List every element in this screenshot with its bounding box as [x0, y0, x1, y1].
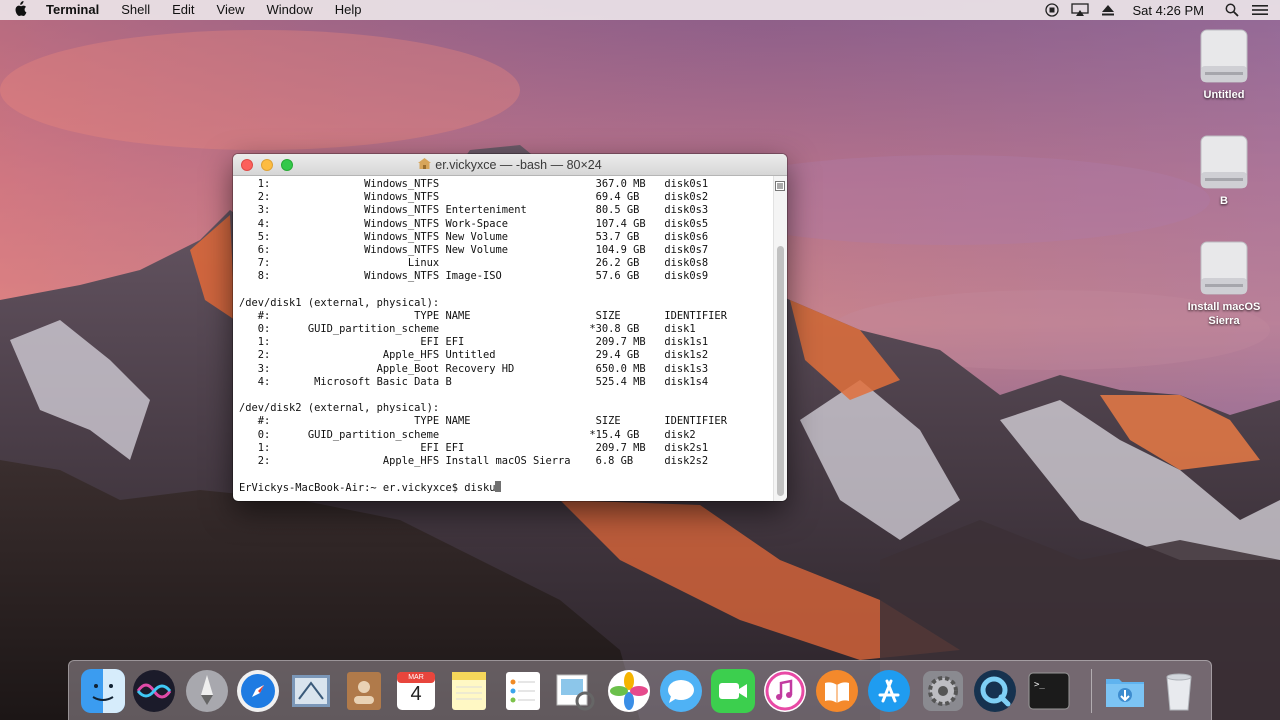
menu-shell[interactable]: Shell — [110, 0, 161, 20]
menu-clock[interactable]: Sat 4:26 PM — [1122, 3, 1218, 18]
close-button[interactable] — [241, 159, 253, 171]
menu-edit[interactable]: Edit — [161, 0, 205, 20]
terminal-prompt-line: ErVickys-MacBook-Air:~ er.vickyxce$ disk… — [239, 481, 773, 494]
photos-icon[interactable] — [607, 669, 651, 713]
app-store-icon[interactable] — [867, 669, 911, 713]
terminal-line: 2: Windows_NTFS 69.4 GB disk0s2 — [239, 191, 709, 204]
terminal-output[interactable]: 1: Windows_NTFS 367.0 MB disk0s1 2: Wind… — [233, 176, 773, 501]
terminal-line: 1: EFI EFI 209.7 MB disk2s1 — [239, 441, 709, 454]
desktop-icon-label: Untitled — [1203, 89, 1245, 101]
contacts-icon[interactable] — [342, 669, 386, 713]
terminal-line: 6: Windows_NTFS New Volume 104.9 GB disk… — [239, 243, 709, 256]
downloads-folder-icon[interactable] — [1103, 669, 1147, 713]
terminal-titlebar[interactable]: er.vickyxce — -bash — 80×24 — [233, 154, 787, 176]
menu-view[interactable]: View — [206, 0, 256, 20]
spotlight-search-icon[interactable] — [1218, 0, 1246, 20]
mail-icon[interactable] — [289, 669, 333, 713]
terminal-line: 8: Windows_NTFS Image-ISO 57.6 GB disk0s… — [239, 270, 709, 283]
terminal-line: #: TYPE NAME SIZE IDENTIFIER — [239, 309, 727, 322]
terminal-line: 2: Apple_HFS Untitled 29.4 GB disk1s2 — [239, 349, 709, 362]
menu-app-name[interactable]: Terminal — [40, 0, 110, 20]
desktop-icon-label: Install macOS Sierra — [1187, 301, 1261, 327]
terminal-line: 1: EFI EFI 209.7 MB disk1s1 — [239, 336, 709, 349]
quicktime-icon[interactable] — [973, 669, 1017, 713]
terminal-line: 7: Linux 26.2 GB disk0s8 — [239, 257, 709, 270]
airplay-icon[interactable] — [1066, 0, 1094, 20]
dock: MAR 4 >_ — [68, 660, 1212, 720]
terminal-line: 4: Windows_NTFS Work-Space 107.4 GB disk… — [239, 217, 709, 230]
system-preferences-icon[interactable] — [921, 669, 965, 713]
svg-text:>_: >_ — [1034, 680, 1045, 690]
desktop-drive-b[interactable]: B — [1179, 134, 1269, 208]
preview-icon[interactable] — [553, 669, 597, 713]
scrollbar-thumb[interactable] — [777, 246, 784, 496]
calendar-day-label: 4 — [410, 683, 422, 705]
window-title-text: er.vickyxce — -bash — 80×24 — [435, 157, 602, 172]
terminal-icon[interactable]: >_ — [1027, 669, 1071, 713]
maximize-button[interactable] — [281, 159, 293, 171]
desktop-drive-install-macos-sierra[interactable]: Install macOS Sierra — [1179, 240, 1269, 328]
terminal-line: 1: Windows_NTFS 367.0 MB disk0s1 — [239, 178, 709, 190]
notification-center-icon[interactable] — [1246, 0, 1274, 20]
safari-icon[interactable] — [236, 669, 280, 713]
menu-window[interactable]: Window — [256, 0, 324, 20]
trash-icon[interactable] — [1157, 669, 1201, 713]
ibooks-icon[interactable] — [815, 669, 859, 713]
external-drive-icon — [1199, 28, 1249, 84]
terminal-line: 0: GUID_partition_scheme *15.4 GB disk2 — [239, 428, 696, 441]
facetime-icon[interactable] — [711, 669, 755, 713]
dock-separator — [1091, 669, 1092, 713]
calendar-icon[interactable]: MAR 4 — [394, 669, 438, 713]
minimize-button[interactable] — [261, 159, 273, 171]
launchpad-icon[interactable] — [185, 669, 229, 713]
terminal-window: er.vickyxce — -bash — 80×24 1: Windows_N… — [233, 154, 787, 501]
external-drive-icon — [1199, 134, 1249, 190]
window-title: er.vickyxce — -bash — 80×24 — [233, 157, 787, 172]
external-drive-icon — [1199, 240, 1249, 296]
terminal-line: 3: Windows_NTFS Enterteniment 80.5 GB di… — [239, 204, 709, 217]
itunes-icon[interactable] — [763, 669, 807, 713]
menu-bar: Terminal Shell Edit View Window Help Sat… — [0, 0, 1280, 20]
desktop-drive-untitled[interactable]: Untitled — [1179, 28, 1269, 102]
menu-help[interactable]: Help — [324, 0, 373, 20]
terminal-line: /dev/disk2 (external, physical): — [239, 402, 440, 415]
terminal-line: 2: Apple_HFS Install macOS Sierra 6.8 GB… — [239, 454, 709, 467]
home-folder-icon — [418, 157, 432, 172]
notes-icon[interactable] — [447, 669, 491, 713]
reminders-icon[interactable] — [501, 669, 545, 713]
terminal-line: 0: GUID_partition_scheme *30.8 GB disk1 — [239, 323, 696, 336]
terminal-line: 3: Apple_Boot Recovery HD 650.0 MB disk1… — [239, 362, 709, 375]
finder-icon[interactable] — [81, 669, 125, 713]
eject-icon[interactable] — [1094, 0, 1122, 20]
calendar-month-label: MAR — [408, 674, 424, 681]
terminal-line: #: TYPE NAME SIZE IDENTIFIER — [239, 415, 727, 428]
terminal-scrollbar[interactable] — [773, 176, 787, 501]
messages-icon[interactable] — [659, 669, 703, 713]
desktop-icon-label: B — [1220, 195, 1228, 207]
text-cursor — [495, 481, 502, 493]
terminal-line: 5: Windows_NTFS New Volume 53.7 GB disk0… — [239, 230, 709, 243]
terminal-line: /dev/disk1 (external, physical): — [239, 296, 440, 309]
terminal-line: 4: Microsoft Basic Data B 525.4 MB disk1… — [239, 375, 709, 388]
apple-menu-icon[interactable] — [0, 0, 40, 20]
record-icon[interactable] — [1038, 0, 1066, 20]
siri-icon[interactable] — [132, 669, 176, 713]
split-view-icon[interactable] — [775, 178, 785, 191]
